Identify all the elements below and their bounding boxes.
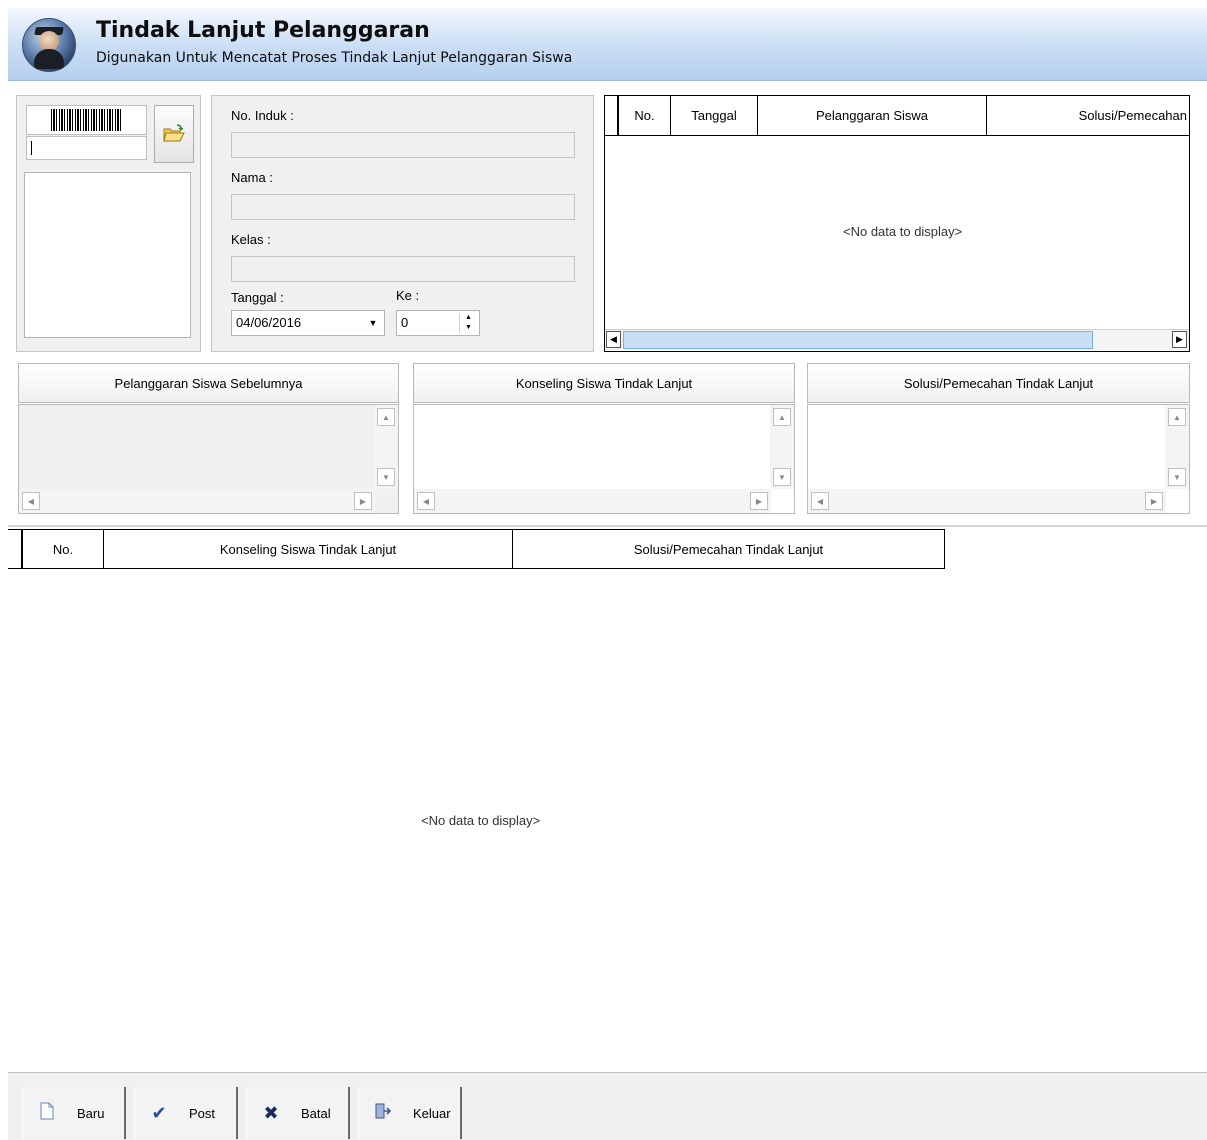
ke-value: 0 [401, 315, 409, 330]
nama-label: Nama : [231, 170, 273, 185]
x-cancel-icon: ✖ [263, 1102, 279, 1123]
violations-empty-text: <No data to display> [843, 224, 963, 239]
ke-spin-edit[interactable]: 0 ▲ ▼ [396, 310, 480, 336]
grid-indicator-column [605, 96, 619, 136]
tanggal-label: Tanggal : [231, 290, 284, 305]
prev-violation-memo[interactable]: ▲ ▼ ◀ ▶ [18, 404, 399, 514]
col-header-solusi-tindak[interactable]: Solusi/Pemecahan Tindak Lanjut [513, 530, 945, 569]
col-header-no[interactable]: No. [23, 530, 104, 569]
counseling-memo[interactable]: ▲ ▼ ◀ ▶ [413, 404, 795, 514]
no-induk-field[interactable] [231, 132, 575, 158]
baru-label: Baru [77, 1105, 105, 1121]
scroll-left-icon[interactable]: ◀ [417, 492, 435, 510]
scroll-down-icon[interactable]: ▼ [1168, 468, 1186, 486]
batal-label: Batal [301, 1105, 331, 1121]
scroll-up-icon[interactable]: ▲ [773, 408, 791, 426]
page-title: Tindak Lanjut Pelanggaran [96, 18, 430, 43]
violations-hscrollbar[interactable]: ◀ ▶ [605, 329, 1189, 350]
scroll-left-icon[interactable]: ◀ [22, 492, 40, 510]
open-folder-icon [163, 124, 185, 142]
followup-empty-text: <No data to display> [421, 813, 541, 828]
col-header-konseling[interactable]: Konseling Siswa Tindak Lanjut [104, 530, 513, 569]
kelas-field[interactable] [231, 256, 575, 282]
col-header-no[interactable]: No. [619, 96, 671, 136]
col-header-solusi[interactable]: Solusi/Pemecahan [987, 96, 1189, 136]
spin-arrows-icon[interactable]: ▲ ▼ [459, 313, 477, 333]
scroll-right-icon[interactable]: ▶ [1172, 331, 1187, 348]
scroll-left-icon[interactable]: ◀ [811, 492, 829, 510]
barcode-icon [26, 105, 147, 135]
bottom-toolbar: Baru ✔ Post ✖ Batal Keluar [8, 1072, 1207, 1140]
no-induk-label: No. Induk : [231, 108, 294, 123]
solution-header: Solusi/Pemecahan Tindak Lanjut [807, 363, 1190, 403]
batal-button[interactable]: ✖ Batal [246, 1087, 350, 1139]
post-button[interactable]: ✔ Post [134, 1087, 238, 1139]
followup-grid-header: No. Konseling Siswa Tindak Lanjut Solusi… [8, 529, 945, 569]
prev-violation-header: Pelanggaran Siswa Sebelumnya [18, 363, 399, 403]
violations-grid-header: No. Tanggal Pelanggaran Siswa Solusi/Pem… [605, 96, 1189, 136]
scroll-down-icon[interactable]: ▼ [773, 468, 791, 486]
col-header-tanggal[interactable]: Tanggal [671, 96, 758, 136]
violations-grid: No. Tanggal Pelanggaran Siswa Solusi/Pem… [604, 95, 1190, 352]
new-document-icon [37, 1102, 57, 1125]
scroll-right-icon[interactable]: ▶ [1145, 492, 1163, 510]
scroll-down-icon[interactable]: ▼ [377, 468, 395, 486]
counseling-header: Konseling Siswa Tindak Lanjut [413, 363, 795, 403]
checkmark-icon: ✔ [151, 1102, 167, 1123]
baru-button[interactable]: Baru [22, 1087, 126, 1139]
tanggal-date-picker[interactable]: 04/06/2016 ▼ [231, 310, 385, 336]
exit-door-icon [373, 1102, 393, 1125]
nama-field[interactable] [231, 194, 575, 220]
chevron-down-icon[interactable]: ▼ [364, 313, 382, 333]
followup-grid: No. Konseling Siswa Tindak Lanjut Solusi… [8, 529, 1207, 1065]
student-logo-icon [22, 18, 76, 72]
section-divider [8, 525, 1207, 527]
barcode-input[interactable] [26, 136, 147, 160]
student-photo [24, 172, 191, 338]
page-subtitle: Digunakan Untuk Mencatat Proses Tindak L… [96, 50, 573, 66]
keluar-label: Keluar [413, 1105, 451, 1121]
scroll-up-icon[interactable]: ▲ [377, 408, 395, 426]
scroll-thumb[interactable] [623, 331, 1093, 349]
scroll-right-icon[interactable]: ▶ [750, 492, 768, 510]
grid-indicator-column [8, 530, 23, 569]
browse-button[interactable] [154, 105, 194, 163]
solution-memo[interactable]: ▲ ▼ ◀ ▶ [807, 404, 1190, 514]
tanggal-value: 04/06/2016 [236, 315, 302, 330]
col-header-pelanggaran[interactable]: Pelanggaran Siswa [758, 96, 987, 136]
scroll-up-icon[interactable]: ▲ [1168, 408, 1186, 426]
scroll-right-icon[interactable]: ▶ [354, 492, 372, 510]
kelas-label: Kelas : [231, 232, 271, 247]
scroll-left-icon[interactable]: ◀ [606, 331, 621, 348]
post-label: Post [189, 1105, 216, 1121]
form-header: Tindak Lanjut Pelanggaran Digunakan Untu… [8, 8, 1207, 81]
keluar-button[interactable]: Keluar [358, 1087, 462, 1139]
ke-label: Ke : [396, 288, 420, 303]
